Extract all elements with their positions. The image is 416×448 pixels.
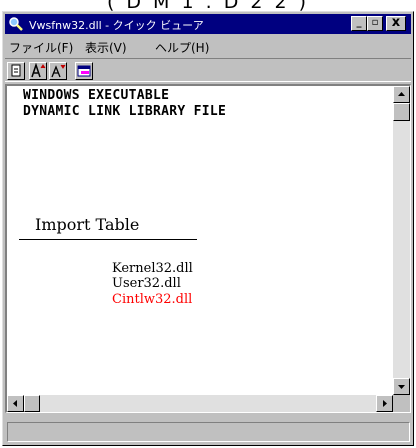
vertical-scroll-thumb[interactable]	[393, 103, 410, 121]
open-file-icon	[77, 65, 91, 77]
font-larger-button[interactable]	[29, 62, 47, 80]
menu-view[interactable]: 表示(V)	[85, 39, 127, 56]
close-button[interactable]: x	[386, 16, 406, 31]
import-item-highlighted: Cintlw32.dll	[112, 292, 193, 307]
page-button[interactable]	[7, 62, 25, 80]
section-title: Import Table	[35, 215, 140, 234]
arrow-down-icon	[398, 385, 405, 389]
window-title: Vwsfnw32.dll - クイック ビューア	[29, 19, 204, 32]
scroll-up-button[interactable]	[393, 86, 410, 103]
horizontal-scroll-thumb[interactable]	[24, 395, 40, 412]
scrollbar-corner	[393, 395, 410, 412]
arrow-up-icon	[398, 92, 405, 96]
quick-view-window: Vwsfnw32.dll - クイック ビューア _ ▫ x ファイル(F) 表…	[2, 11, 414, 446]
import-item: Kernel32.dll	[112, 261, 193, 276]
menu-file[interactable]: ファイル(F)	[9, 39, 73, 56]
page-icon	[11, 64, 21, 77]
maximize-button[interactable]: ▫	[367, 16, 383, 31]
import-item: User32.dll	[112, 276, 181, 291]
scroll-right-button[interactable]	[376, 395, 393, 412]
status-bar	[7, 422, 410, 442]
section-divider	[19, 239, 197, 240]
scroll-down-button[interactable]	[393, 378, 410, 395]
font-larger-icon	[31, 62, 46, 78]
arrow-right-icon	[383, 400, 387, 407]
menu-bar: ファイル(F) 表示(V) ヘルプ(H)	[5, 36, 411, 56]
open-file-button[interactable]	[75, 62, 93, 80]
scroll-left-button[interactable]	[7, 395, 24, 412]
minimize-button[interactable]: _	[351, 16, 367, 31]
header-line-2: DYNAMIC LINK LIBRARY FILE	[23, 104, 227, 119]
arrow-left-icon	[13, 400, 17, 407]
document-content: WINDOWS EXECUTABLE DYNAMIC LINK LIBRARY …	[7, 86, 393, 395]
document-viewer[interactable]: WINDOWS EXECUTABLE DYNAMIC LINK LIBRARY …	[5, 84, 411, 413]
header-line-1: WINDOWS EXECUTABLE	[23, 88, 170, 103]
menu-help[interactable]: ヘルプ(H)	[155, 39, 209, 56]
vertical-scrollbar[interactable]	[393, 86, 410, 395]
magnifier-icon	[9, 17, 23, 31]
font-smaller-button[interactable]	[49, 62, 67, 80]
font-smaller-icon	[51, 64, 66, 78]
horizontal-scrollbar[interactable]	[7, 395, 393, 412]
toolbar	[5, 58, 411, 82]
title-bar[interactable]: Vwsfnw32.dll - クイック ビューア _ ▫ x	[5, 14, 411, 34]
